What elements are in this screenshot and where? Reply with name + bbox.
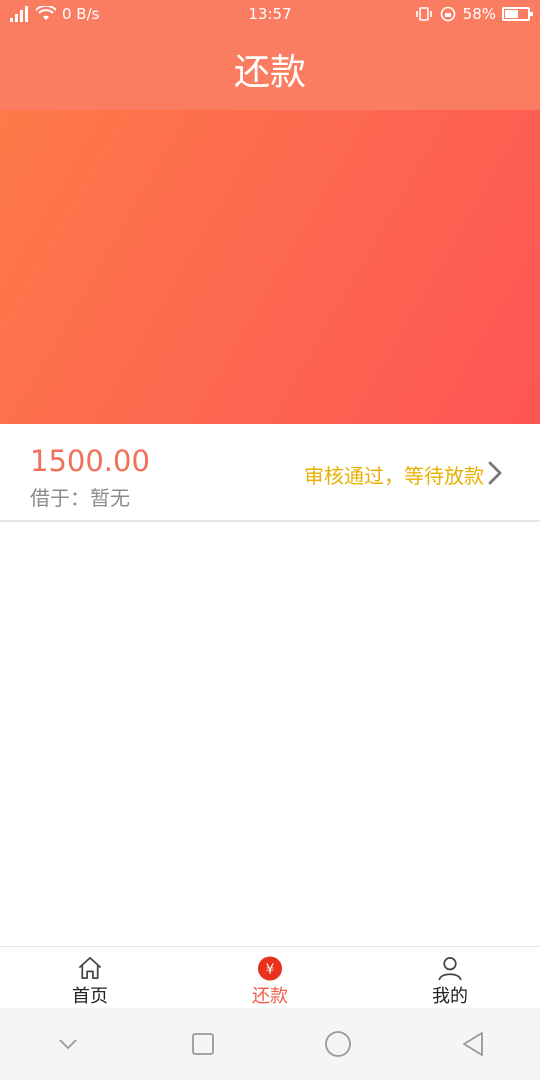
battery-icon <box>502 7 533 21</box>
lender-label: 借于： <box>30 486 90 510</box>
chevron-right-icon <box>488 461 502 485</box>
loan-status: 审核通过，等待放款 <box>304 464 484 488</box>
nav-collapse-button[interactable] <box>48 1024 88 1064</box>
back-triangle-icon <box>462 1032 483 1056</box>
rotation-lock-icon <box>440 6 455 22</box>
loan-amount: 1500.00 <box>30 444 150 478</box>
chevron-down-icon <box>58 1039 77 1050</box>
lender-info: 借于： 暂无 <box>30 482 130 511</box>
yuan-symbol: ¥ <box>266 961 275 977</box>
tab-home-label: 首页 <box>72 986 108 1007</box>
home-icon <box>78 957 102 980</box>
lender-value: 暂无 <box>90 486 130 510</box>
nav-home-button[interactable] <box>318 1024 358 1064</box>
vibrate-icon <box>415 7 432 21</box>
tab-home[interactable]: 首页 <box>0 947 180 1008</box>
yuan-icon: ¥ <box>257 956 283 981</box>
system-nav-bar <box>0 1008 540 1080</box>
tab-profile-label: 我的 <box>432 986 468 1007</box>
nav-back-button[interactable] <box>453 1024 493 1064</box>
nav-recents-button[interactable] <box>183 1024 223 1064</box>
square-icon <box>191 1033 214 1055</box>
bottom-tab-bar: 首页 ¥ 还款 我的 <box>0 946 540 1008</box>
status-bar: 0 B/s 13:57 58% <box>0 0 540 28</box>
person-icon <box>438 957 462 981</box>
status-right: 58% <box>415 5 533 23</box>
wifi-icon <box>36 6 56 20</box>
hero-banner <box>0 110 540 424</box>
signal-icon <box>10 6 30 22</box>
page-header: 还款 <box>0 28 540 110</box>
tab-profile[interactable]: 我的 <box>360 947 540 1008</box>
status-left: 0 B/s <box>10 5 99 23</box>
circle-icon <box>324 1031 351 1057</box>
loan-item[interactable]: 1500.00 借于： 暂无 审核通过，等待放款 <box>0 424 540 522</box>
tab-repayment[interactable]: ¥ 还款 <box>180 947 360 1008</box>
network-speed: 0 B/s <box>62 5 100 23</box>
battery-percent: 58% <box>462 5 496 23</box>
page-title: 还款 <box>233 52 306 93</box>
tab-repayment-label: 还款 <box>252 986 288 1007</box>
